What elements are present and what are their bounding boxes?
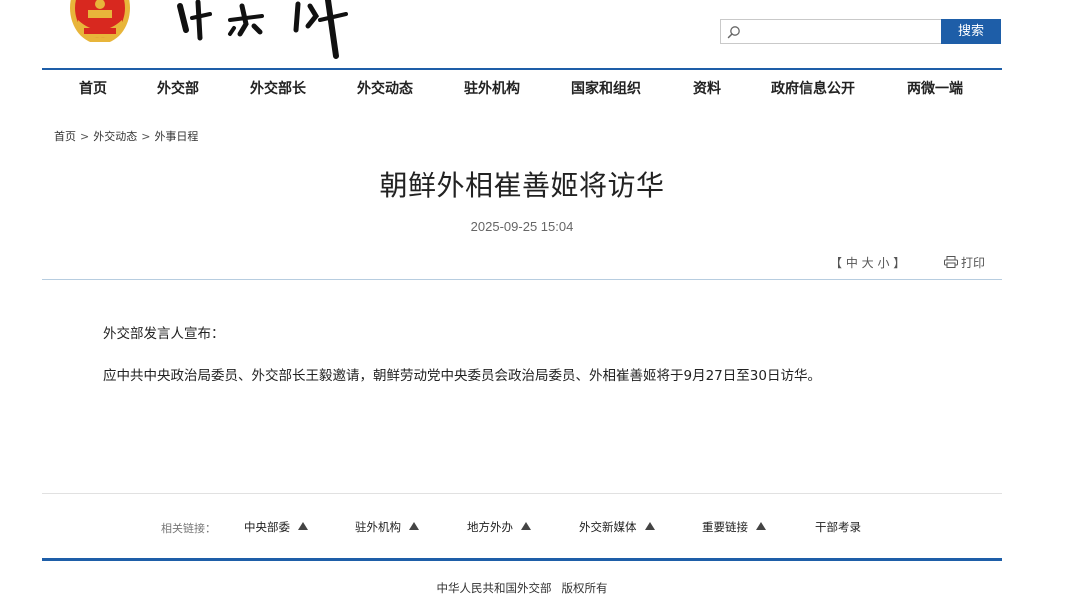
search-box <box>720 19 941 44</box>
font-size-control[interactable]: 【 中 大 小 】 <box>830 254 905 271</box>
print-button[interactable]: 打印 <box>944 254 985 271</box>
related-link-label: 重要链接 <box>702 520 748 534</box>
breadcrumb-schedule[interactable]: 外事日程 <box>154 128 198 144</box>
related-link-new-media[interactable]: 外交新媒体 <box>579 519 655 535</box>
nav-item-gov-info[interactable]: 政府信息公开 <box>771 70 855 108</box>
triangle-up-icon <box>409 522 419 530</box>
search-button[interactable]: 搜索 <box>941 19 1001 44</box>
triangle-up-icon <box>756 522 766 530</box>
breadcrumb-home[interactable]: 首页 <box>54 128 76 144</box>
national-emblem-icon <box>70 0 130 42</box>
printer-icon <box>944 256 958 268</box>
nav-item-home[interactable]: 首页 <box>79 70 107 108</box>
related-link-important[interactable]: 重要链接 <box>702 519 766 535</box>
footer-copyright: 中华人民共和国外交部 版权所有 <box>0 580 1044 596</box>
footer-rights: 版权所有 <box>561 581 608 595</box>
related-link-central-ministries[interactable]: 中央部委 <box>244 519 308 535</box>
nav-item-news[interactable]: 外交动态 <box>357 70 413 108</box>
related-link-label: 地方外办 <box>467 520 513 534</box>
related-link-local-fao[interactable]: 地方外办 <box>467 519 531 535</box>
nav-item-minister[interactable]: 外交部长 <box>250 70 306 108</box>
triangle-up-icon <box>298 522 308 530</box>
related-divider <box>42 493 1002 494</box>
nav-item-resources[interactable]: 资料 <box>693 70 721 108</box>
footer-org: 中华人民共和国外交部 <box>436 581 552 595</box>
article-paragraph: 外交部发言人宣布： <box>103 326 225 342</box>
triangle-up-icon <box>521 522 531 530</box>
related-link-missions[interactable]: 驻外机构 <box>355 519 419 535</box>
article-title: 朝鲜外相崔善姬将访华 <box>379 169 665 202</box>
article-paragraph: 应中共中央政治局委员、外交部长王毅邀请，朝鲜劳动党中央委员会政治局委员、外相崔善… <box>103 368 821 384</box>
search-icon <box>727 26 740 39</box>
related-link-label: 外交新媒体 <box>579 520 637 534</box>
search-input[interactable] <box>745 22 935 41</box>
ministry-calligraphy-logo <box>177 0 348 59</box>
breadcrumb-separator: > <box>80 130 90 143</box>
related-link-label: 中央部委 <box>244 520 290 534</box>
nav-item-social[interactable]: 两微一端 <box>907 70 963 108</box>
breadcrumb: 首页 > 外交动态 > 外事日程 <box>54 128 198 144</box>
nav-item-missions[interactable]: 驻外机构 <box>464 70 520 108</box>
footer-top-border <box>42 558 1002 561</box>
article-divider <box>42 279 1002 280</box>
print-label: 打印 <box>961 256 986 270</box>
nav-item-ministry[interactable]: 外交部 <box>157 70 199 108</box>
breadcrumb-separator: > <box>141 130 151 143</box>
triangle-up-icon <box>644 522 655 530</box>
article-date: 2025-09-25 15:04 <box>470 219 574 234</box>
related-link-recruitment[interactable]: 干部考录 <box>815 519 861 535</box>
breadcrumb-news[interactable]: 外交动态 <box>93 128 137 144</box>
nav-item-countries[interactable]: 国家和组织 <box>571 70 641 108</box>
related-links-label: 相关链接： <box>161 522 216 535</box>
related-link-label: 驻外机构 <box>355 520 401 534</box>
main-nav: 首页 外交部 外交部长 外交动态 驻外机构 国家和组织 资料 政府信息公开 两微… <box>42 70 1002 108</box>
